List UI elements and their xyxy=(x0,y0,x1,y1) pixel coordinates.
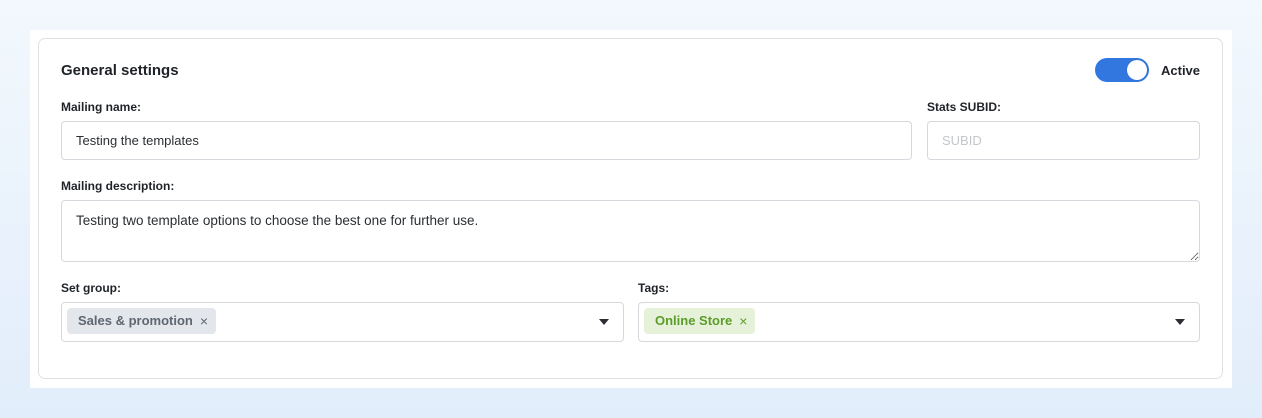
tag-chip-label: Online Store xyxy=(655,313,733,328)
mailing-description-label: Mailing description: xyxy=(61,179,175,193)
mailing-name-label: Mailing name: xyxy=(61,100,142,114)
active-toggle[interactable] xyxy=(1095,58,1149,82)
chevron-down-icon[interactable] xyxy=(599,319,609,325)
stats-subid-label: Stats SUBID: xyxy=(927,100,1002,114)
toggle-knob xyxy=(1127,60,1147,80)
tags-label: Tags: xyxy=(638,281,670,295)
general-settings-card: General settings Active Mailing name: St… xyxy=(38,38,1223,379)
mailing-name-input[interactable] xyxy=(61,121,912,160)
active-label: Active xyxy=(1161,63,1201,78)
tags-select[interactable]: Online Store × xyxy=(638,302,1200,342)
remove-tag-chip-icon[interactable]: × xyxy=(739,308,747,334)
group-chip-label: Sales & promotion xyxy=(78,313,193,328)
mailing-description-textarea[interactable] xyxy=(61,200,1200,262)
remove-group-chip-icon[interactable]: × xyxy=(200,308,208,334)
tag-chip: Online Store × xyxy=(644,308,756,334)
stats-subid-input[interactable] xyxy=(927,121,1200,160)
set-group-label: Set group: xyxy=(61,281,121,295)
section-title: General settings xyxy=(61,62,179,79)
chevron-down-icon[interactable] xyxy=(1175,319,1185,325)
group-chip: Sales & promotion × xyxy=(67,308,217,334)
set-group-select[interactable]: Sales & promotion × xyxy=(61,302,624,342)
